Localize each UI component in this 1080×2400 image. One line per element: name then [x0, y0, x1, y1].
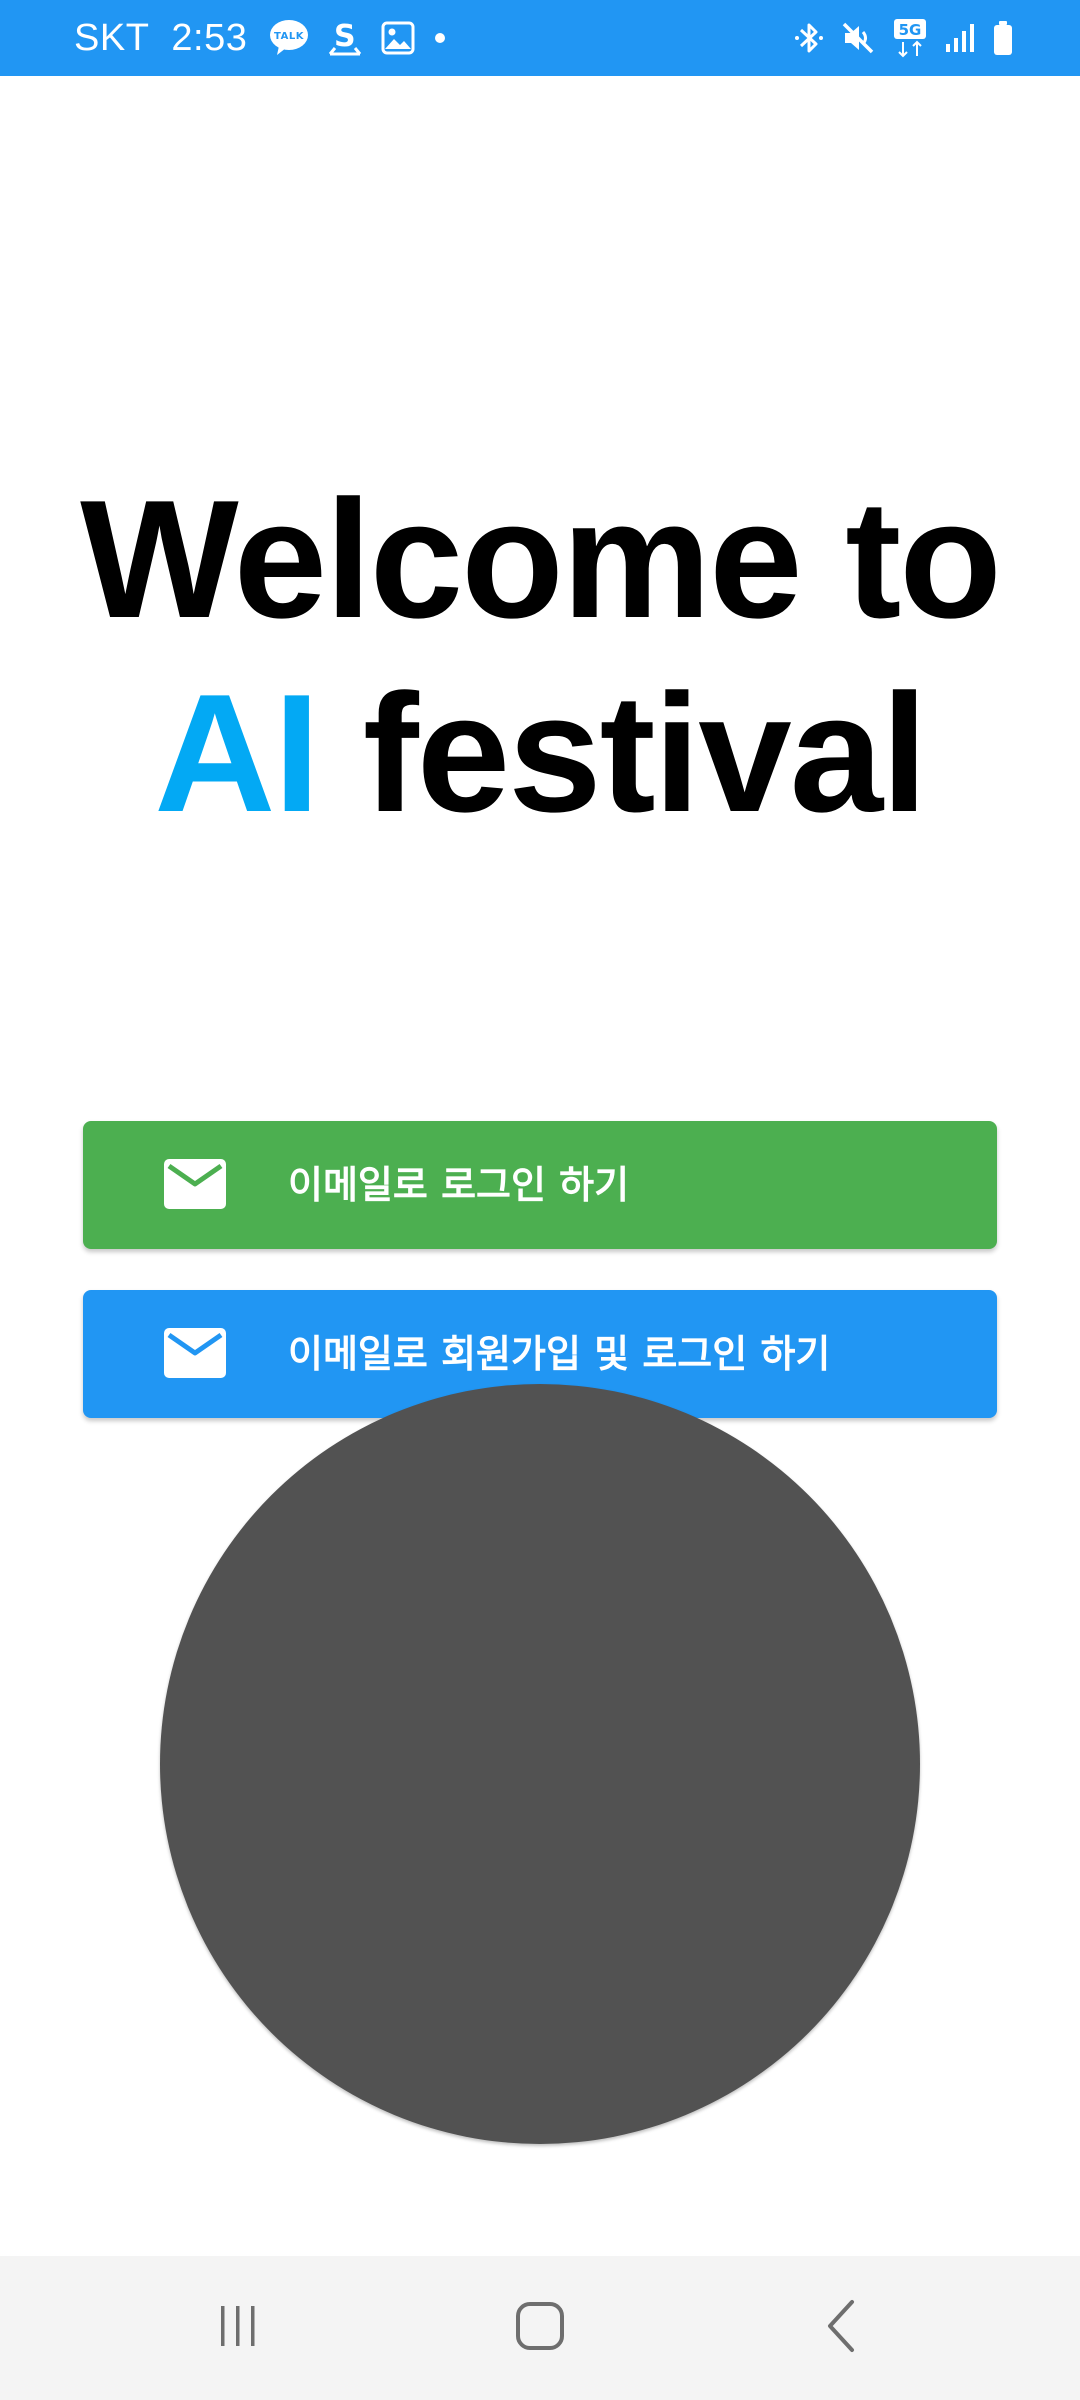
home-icon	[514, 2300, 566, 2357]
mail-icon	[164, 1328, 226, 1378]
svg-text:TALK: TALK	[274, 31, 305, 42]
gallery-icon	[381, 21, 415, 55]
title-festival: festival	[318, 659, 928, 847]
mute-icon	[840, 20, 876, 56]
svg-text:S: S	[334, 19, 356, 54]
back-icon	[822, 2298, 862, 2359]
dot-icon	[433, 31, 447, 45]
battery-icon	[992, 20, 1014, 56]
back-button[interactable]	[782, 2256, 902, 2400]
bluetooth-icon	[794, 20, 824, 56]
clock: 2:53	[171, 16, 248, 59]
status-right: 5G	[778, 0, 1014, 76]
navigation-bar	[0, 2256, 1080, 2400]
title-accent-ai: AI	[154, 659, 320, 847]
welcome-title-line2: AI festival	[0, 658, 1080, 848]
recent-apps-button[interactable]	[178, 2256, 298, 2400]
recent-apps-icon	[213, 2301, 263, 2356]
carrier-label: SKT	[74, 16, 150, 59]
home-button[interactable]	[480, 2256, 600, 2400]
svg-text:5G: 5G	[899, 21, 922, 39]
email-login-button[interactable]: 이메일로 로그인 하기	[83, 1121, 997, 1249]
email-login-label: 이메일로 로그인 하기	[288, 1163, 630, 1207]
s-icon: S	[327, 18, 363, 58]
welcome-title-line1: Welcome to	[80, 465, 1002, 653]
kakaotalk-icon: TALK	[269, 19, 309, 57]
status-bar: SKT 2:53 TALK S 5G	[0, 0, 1080, 76]
screen: SKT 2:53 TALK S 5G Welcome to AI festiva…	[0, 0, 1080, 2400]
signal-icon	[944, 22, 976, 54]
placeholder-circle	[160, 1384, 920, 2144]
5g-icon: 5G	[892, 18, 928, 58]
mail-icon	[164, 1159, 226, 1209]
status-left: SKT 2:53 TALK S	[74, 0, 465, 76]
